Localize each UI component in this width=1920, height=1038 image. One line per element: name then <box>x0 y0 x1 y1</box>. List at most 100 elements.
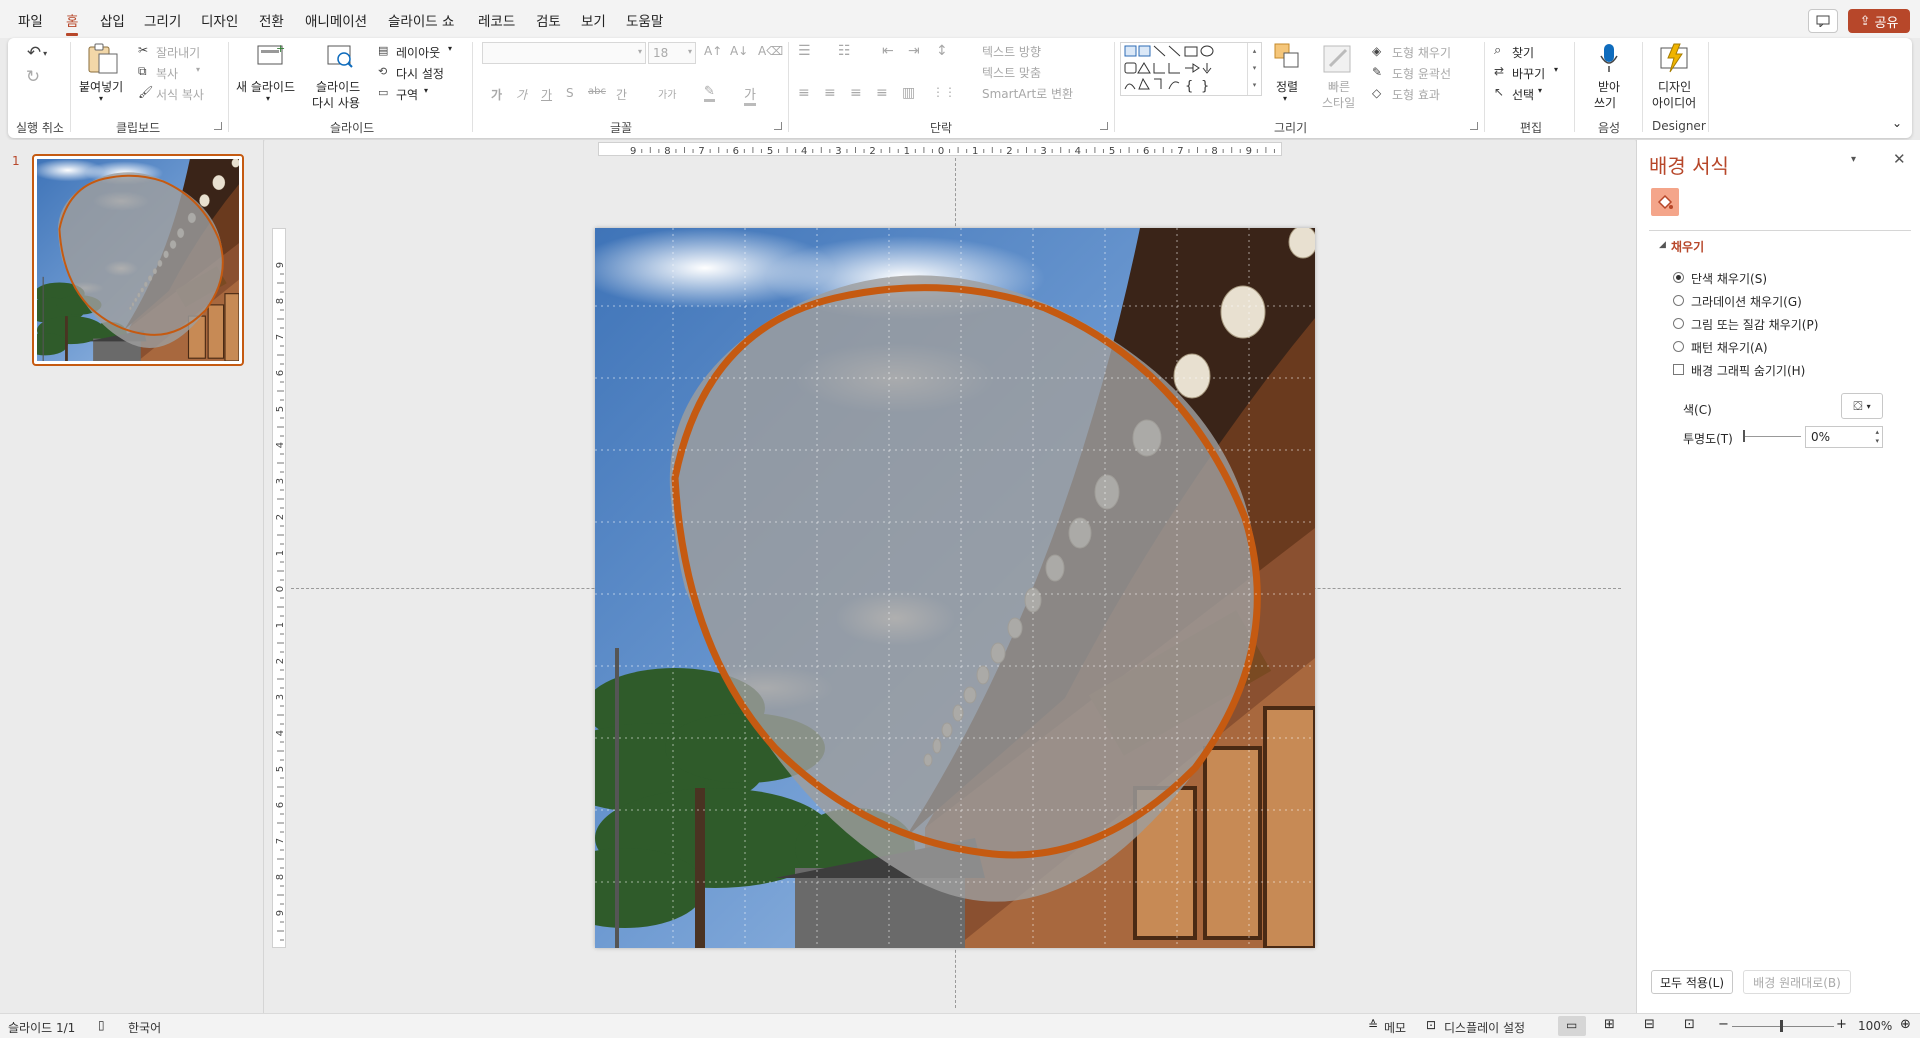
shape-fill-button[interactable]: 도형 채우기 <box>1392 44 1451 61</box>
menu-draw[interactable]: 그리기 <box>144 10 181 30</box>
gradient-fill-radio[interactable] <box>1673 295 1684 306</box>
paste-button[interactable]: 붙여넣기 ▾ <box>78 42 128 114</box>
display-settings-button[interactable]: 디스플레이 설정 <box>1444 1019 1525 1036</box>
slide-canvas[interactable] <box>595 228 1315 948</box>
shape-outline-button[interactable]: 도형 윤곽선 <box>1392 65 1451 82</box>
slideshow-icon[interactable]: ⊡ <box>1684 1017 1695 1032</box>
menu-review[interactable]: 검토 <box>536 10 561 30</box>
section-button[interactable]: 구역 <box>396 86 418 103</box>
redo-button[interactable]: ↻ <box>22 66 44 88</box>
menu-file[interactable]: 파일 <box>18 10 43 30</box>
comments-button[interactable] <box>1808 9 1838 33</box>
align-center-icon[interactable]: ≡ <box>824 85 836 101</box>
bold-button[interactable]: 가 <box>491 86 502 103</box>
find-button[interactable]: 찾기 <box>1512 44 1534 61</box>
quick-styles-button[interactable]: 빠른 스타일 <box>1314 42 1362 114</box>
transparency-input[interactable]: 0% ▴ ▾ <box>1805 426 1883 448</box>
strikethrough-button[interactable]: abc <box>588 86 606 97</box>
menu-slideshow[interactable]: 슬라이드 쇼 <box>388 10 454 30</box>
pattern-fill-radio[interactable] <box>1673 341 1684 352</box>
menu-animations[interactable]: 애니메이션 <box>305 10 367 30</box>
align-right-icon[interactable]: ≡ <box>850 85 862 101</box>
char-spacing-button[interactable]: 간 <box>616 86 627 103</box>
bullets-icon[interactable]: ☰ <box>798 43 811 59</box>
zoom-out-button[interactable]: − <box>1718 1017 1729 1032</box>
reuse-slides-button[interactable]: 슬라이드 다시 사용 <box>312 42 372 114</box>
fill-tab-button[interactable] <box>1651 188 1679 216</box>
columns-icon[interactable]: ▥ <box>902 85 915 101</box>
zoom-level[interactable]: 100% <box>1858 1019 1892 1033</box>
layout-button[interactable]: 레이아웃 <box>396 44 440 61</box>
font-name-box[interactable]: ▾ <box>482 42 646 64</box>
picture-fill-radio[interactable] <box>1673 318 1684 329</box>
highlight-icon[interactable]: ✎ <box>704 84 715 102</box>
increase-indent-icon[interactable]: ⇥ <box>908 43 920 59</box>
shape-effects-button[interactable]: 도형 효과 <box>1392 86 1440 103</box>
font-launcher[interactable] <box>774 122 782 130</box>
paragraph-launcher[interactable] <box>1100 122 1108 130</box>
menu-home[interactable]: 홈 <box>66 10 79 36</box>
slide-sorter-icon[interactable]: ⊞ <box>1604 1017 1615 1032</box>
pane-options-dropdown[interactable]: ▾ <box>1851 154 1856 165</box>
language-indicator[interactable]: 한국어 <box>128 1019 161 1036</box>
zoom-in-button[interactable]: + <box>1836 1017 1847 1032</box>
fill-section-header[interactable]: 채우기 <box>1671 238 1704 255</box>
text-direction-button[interactable]: 텍스트 방향 <box>982 43 1041 60</box>
share-button[interactable]: ⇪ 공유 <box>1848 9 1910 33</box>
menu-insert[interactable]: 삽입 <box>100 10 125 30</box>
decrease-indent-icon[interactable]: ⇤ <box>882 43 894 59</box>
format-painter-button[interactable]: 서식 복사 <box>156 86 204 103</box>
select-button[interactable]: 선택 <box>1512 86 1534 103</box>
align-left-icon[interactable]: ≡ <box>798 85 810 101</box>
apply-to-all-button[interactable]: 모두 적용(L) <box>1651 970 1733 994</box>
reset-button[interactable]: 다시 설정 <box>396 65 444 82</box>
copy-button[interactable]: 복사 <box>156 65 178 82</box>
arrange-button[interactable]: 정렬 ▾ <box>1268 42 1308 103</box>
reading-view-icon[interactable]: ⊟ <box>1644 1017 1655 1032</box>
reset-background-button[interactable]: 배경 원래대로(B) <box>1743 970 1851 994</box>
shrink-font-button[interactable]: A↓ <box>730 44 748 58</box>
undo-button[interactable]: ↶ ▾ <box>22 42 52 64</box>
menu-help[interactable]: 도움말 <box>626 10 663 30</box>
italic-button[interactable]: 가 <box>516 86 527 103</box>
replace-button[interactable]: 바꾸기 <box>1512 65 1545 82</box>
zoom-slider-thumb[interactable] <box>1780 1020 1783 1032</box>
shapes-gallery[interactable]: {} ▴ ▾ ▾ <box>1120 42 1262 96</box>
transparency-slider-thumb[interactable] <box>1743 430 1745 442</box>
smartart-button[interactable]: SmartArt로 변환 <box>982 85 1073 102</box>
numbering-icon[interactable]: ☷ <box>838 43 851 59</box>
cut-button[interactable]: 잘라내기 <box>156 44 200 61</box>
accessibility-icon[interactable]: ▯ <box>98 1018 105 1032</box>
clear-format-button[interactable]: A⌫ <box>758 44 783 58</box>
menu-transitions[interactable]: 전환 <box>259 10 284 30</box>
justify-icon[interactable]: ≡ <box>876 85 888 101</box>
font-size-box[interactable]: 18 ▾ <box>648 42 696 64</box>
collapse-ribbon-icon[interactable]: ⌄ <box>1892 116 1902 130</box>
clipboard-launcher[interactable] <box>214 122 222 130</box>
collapse-fill-icon[interactable]: ◢ <box>1659 240 1666 250</box>
align-distribute-icon[interactable]: ⋮⋮ <box>932 85 956 99</box>
line-spacing-icon[interactable]: ↕ <box>936 43 948 59</box>
align-text-button[interactable]: 텍스트 맞춤 <box>982 64 1041 81</box>
menu-record[interactable]: 레코드 <box>478 10 515 30</box>
grow-font-button[interactable]: A↑ <box>704 44 722 58</box>
zoom-slider-track[interactable] <box>1732 1026 1834 1027</box>
font-color-icon[interactable]: 가 <box>744 84 756 106</box>
solid-fill-radio[interactable] <box>1673 272 1684 283</box>
underline-button[interactable]: 가 <box>541 86 552 103</box>
menu-view[interactable]: 보기 <box>581 10 606 30</box>
fit-to-window-icon[interactable]: ⊕ <box>1900 1017 1911 1032</box>
hide-background-graphics-checkbox[interactable] <box>1673 364 1684 375</box>
designer-button[interactable]: 디자인 아이디어 <box>1648 42 1704 114</box>
drawing-launcher[interactable] <box>1470 122 1478 130</box>
normal-view-button[interactable]: ▭ <box>1558 1016 1586 1036</box>
dictate-button[interactable]: 받아 쓰기 <box>1580 42 1638 114</box>
shadow-button[interactable]: S <box>566 86 574 100</box>
color-picker-button[interactable]: ⛋ ▾ <box>1841 393 1883 419</box>
transparency-slider-track[interactable] <box>1743 436 1801 437</box>
menu-design[interactable]: 디자인 <box>201 10 238 30</box>
close-pane-icon[interactable]: ✕ <box>1893 150 1906 168</box>
slide-thumbnail-1[interactable] <box>32 154 244 366</box>
notes-button[interactable]: 메모 <box>1384 1019 1406 1036</box>
new-slide-button[interactable]: + 새 슬라이드 ▾ <box>236 42 304 114</box>
